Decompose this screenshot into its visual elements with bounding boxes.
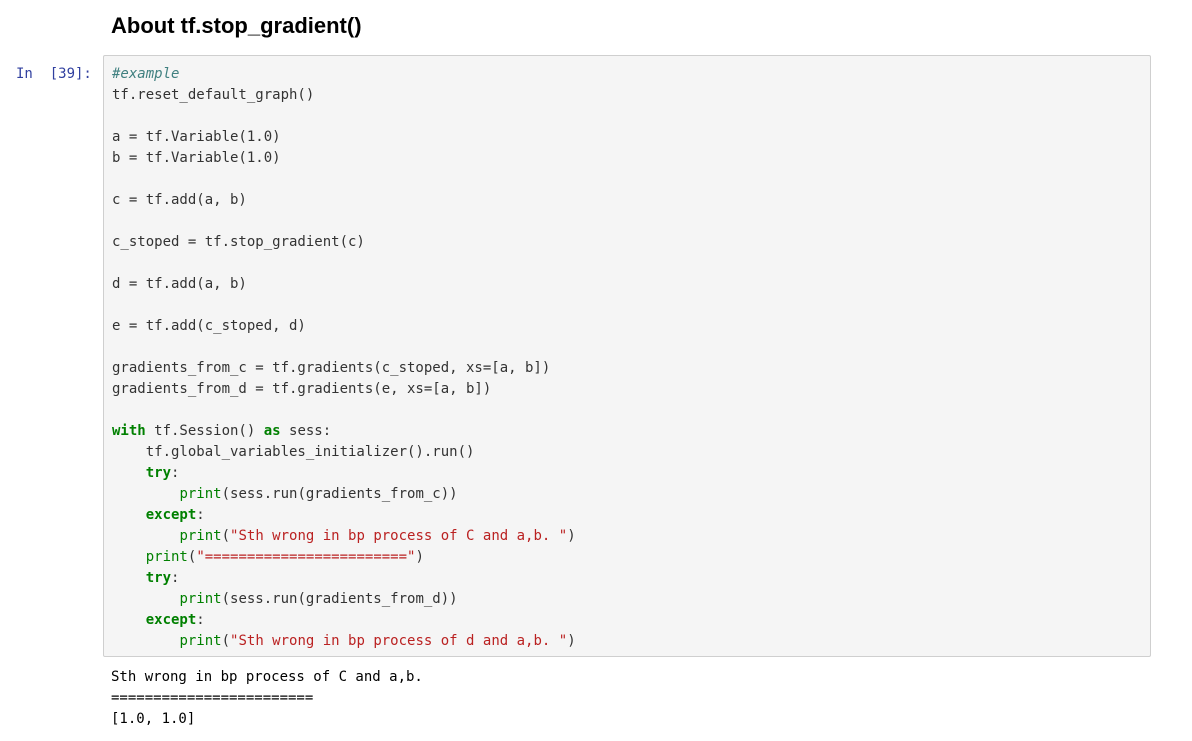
- code-token: (: [221, 528, 231, 544]
- code-token: except: [145, 507, 197, 523]
- code-line: except:: [112, 610, 576, 631]
- code-line: print(sess.run(gradients_from_c)): [112, 484, 576, 505]
- code-token: c_stoped = tf.stop_gradient(c): [112, 234, 365, 250]
- code-token: print: [179, 486, 222, 502]
- code-line: tf.reset_default_graph(): [112, 85, 576, 106]
- output-line: [1.0, 1.0]: [111, 711, 196, 727]
- cell-output: Sth wrong in bp process of C and a,b. ===…: [111, 667, 423, 730]
- output-line: Sth wrong in bp process of C and a,b.: [111, 669, 423, 685]
- code-token: try: [145, 570, 172, 586]
- code-token: with: [112, 423, 146, 439]
- code-token: sess:: [280, 423, 332, 439]
- code-token: except: [145, 612, 197, 628]
- code-editor[interactable]: #example tf.reset_default_graph()a = tf.V…: [112, 64, 576, 652]
- section-heading: About tf.stop_gradient(): [111, 13, 362, 38]
- code-token: d = tf.add(a, b): [112, 276, 247, 292]
- code-token: :: [196, 507, 205, 523]
- code-token: "Sth wrong in bp process of d and a,b. ": [230, 633, 568, 649]
- code-line: except:: [112, 505, 576, 526]
- code-token: print: [179, 528, 222, 544]
- code-token: try: [145, 465, 172, 481]
- code-token: ): [567, 528, 576, 544]
- code-cell-input[interactable]: #example tf.reset_default_graph()a = tf.V…: [103, 55, 1151, 657]
- code-token: (sess.run(gradients_from_d)): [221, 591, 458, 607]
- code-token: ): [567, 633, 576, 649]
- code-line: d = tf.add(a, b): [112, 274, 576, 295]
- input-prompt: In [39]:: [16, 66, 92, 82]
- code-token: gradients_from_c = tf.gradients(c_stoped…: [112, 360, 551, 376]
- code-token: c = tf.add(a, b): [112, 192, 247, 208]
- code-line: try:: [112, 568, 576, 589]
- code-line: a = tf.Variable(1.0): [112, 127, 576, 148]
- code-token: :: [171, 570, 180, 586]
- code-token: #example: [112, 66, 180, 82]
- code-line: print("Sth wrong in bp process of C and …: [112, 526, 576, 547]
- code-token: print: [179, 633, 222, 649]
- code-token: print: [179, 591, 222, 607]
- code-line: print(sess.run(gradients_from_d)): [112, 589, 576, 610]
- code-line: print("========================"): [112, 547, 576, 568]
- code-token: "Sth wrong in bp process of C and a,b. ": [230, 528, 568, 544]
- code-line: tf.global_variables_initializer().run(): [112, 442, 576, 463]
- code-token: :: [171, 465, 180, 481]
- output-line: ========================: [111, 690, 314, 706]
- code-token: gradients_from_d = tf.gradients(e, xs=[a…: [112, 381, 492, 397]
- code-line: try:: [112, 463, 576, 484]
- code-line: with tf.Session() as sess:: [112, 421, 576, 442]
- code-token: "========================": [196, 549, 416, 565]
- code-token: print: [145, 549, 188, 565]
- code-token: tf.reset_default_graph(): [112, 87, 315, 103]
- code-line: c_stoped = tf.stop_gradient(c): [112, 232, 576, 253]
- code-line: #example: [112, 64, 576, 85]
- code-line: b = tf.Variable(1.0): [112, 148, 576, 169]
- code-line: c = tf.add(a, b): [112, 190, 576, 211]
- code-token: as: [263, 423, 281, 439]
- code-token: (: [221, 633, 231, 649]
- code-token: ): [415, 549, 424, 565]
- code-line: print("Sth wrong in bp process of d and …: [112, 631, 576, 652]
- code-token: e = tf.add(c_stoped, d): [112, 318, 306, 334]
- code-token: a = tf.Variable(1.0): [112, 129, 281, 145]
- code-token: b = tf.Variable(1.0): [112, 150, 281, 166]
- code-token: tf.global_variables_initializer().run(): [112, 444, 475, 460]
- code-token: tf.Session(): [145, 423, 264, 439]
- code-line: gradients_from_c = tf.gradients(c_stoped…: [112, 358, 576, 379]
- code-token: :: [196, 612, 205, 628]
- code-line: e = tf.add(c_stoped, d): [112, 316, 576, 337]
- code-line: gradients_from_d = tf.gradients(e, xs=[a…: [112, 379, 576, 400]
- code-token: (sess.run(gradients_from_c)): [221, 486, 458, 502]
